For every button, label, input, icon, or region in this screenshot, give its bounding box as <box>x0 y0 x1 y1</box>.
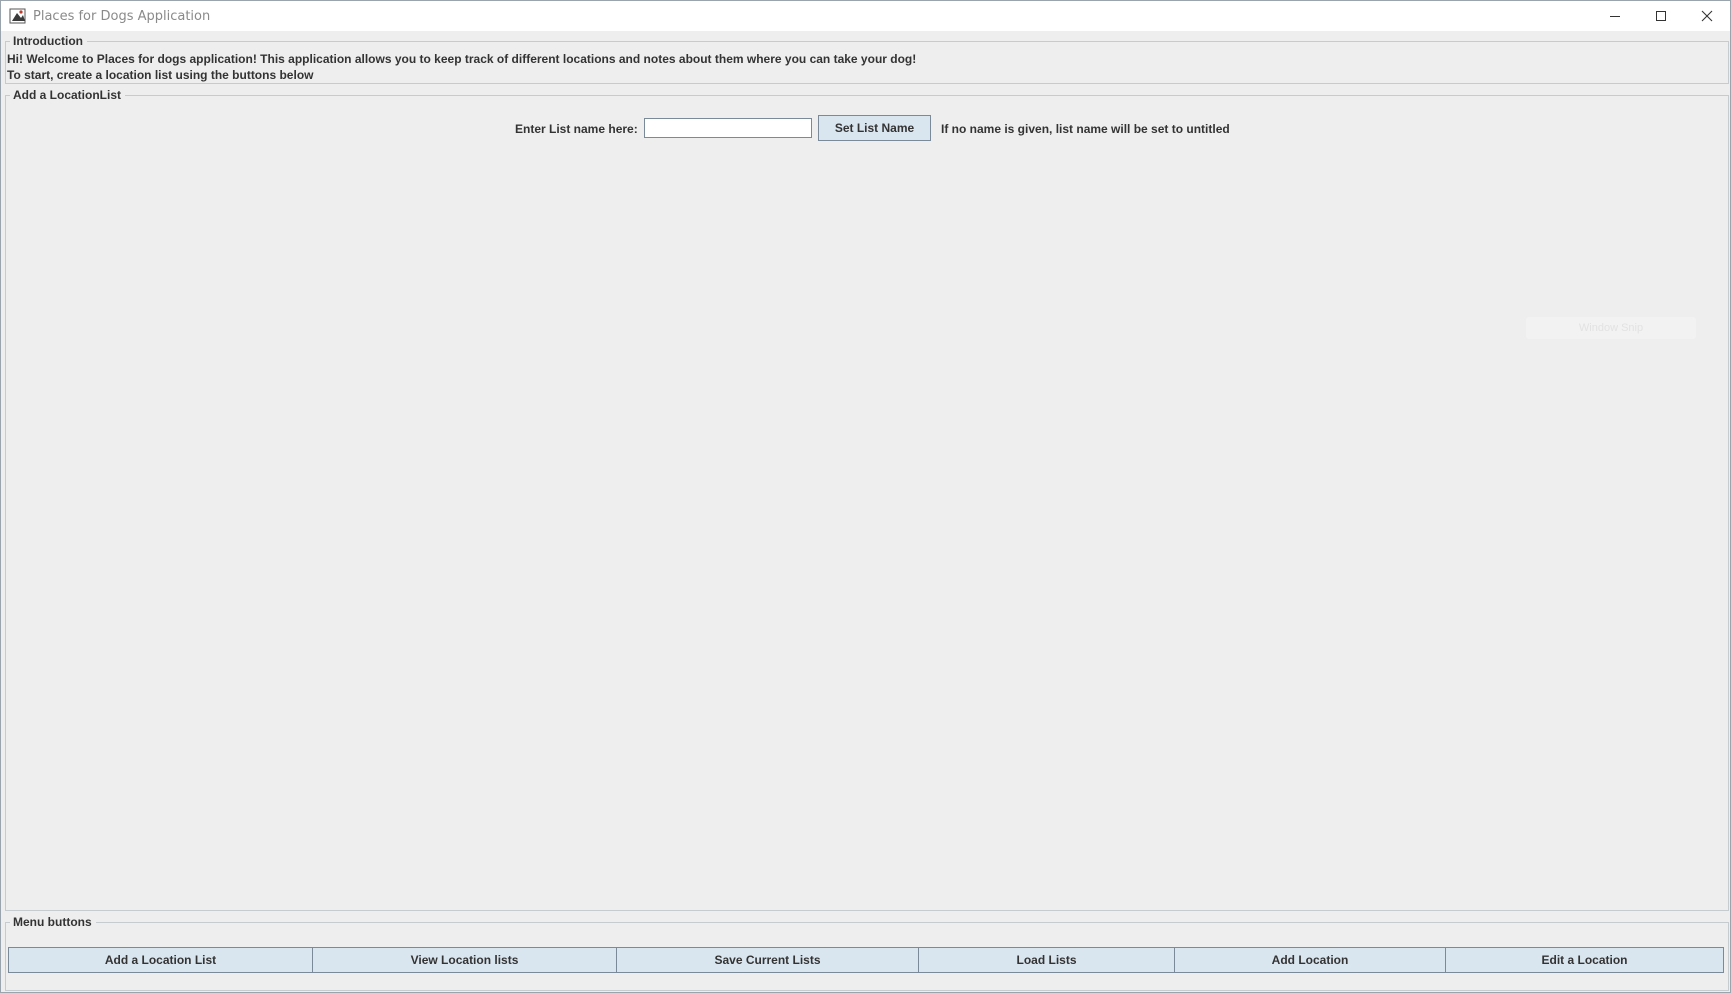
load-lists-button[interactable]: Load Lists <box>918 947 1175 973</box>
list-name-hint: If no name is given, list name will be s… <box>941 122 1230 136</box>
view-location-lists-button[interactable]: View Location lists <box>312 947 617 973</box>
menu-buttons-panel: Menu buttons Add a Location List View Lo… <box>5 915 1729 991</box>
introduction-panel: Introduction Hi! Welcome to Places for d… <box>5 34 1729 84</box>
add-location-list-button[interactable]: Add a Location List <box>8 947 313 973</box>
add-location-list-panel: Add a LocationList Enter List name here:… <box>5 88 1729 911</box>
add-location-list-title: Add a LocationList <box>10 88 125 102</box>
save-current-lists-button[interactable]: Save Current Lists <box>616 947 919 973</box>
edit-location-button[interactable]: Edit a Location <box>1445 947 1724 973</box>
window-title: Places for Dogs Application <box>33 8 211 24</box>
title-bar[interactable]: Places for Dogs Application <box>1 1 1730 31</box>
menu-button-row: Add a Location List View Location lists … <box>8 947 1724 973</box>
window-snip-overlay: Window Snip <box>1526 317 1696 339</box>
close-icon[interactable] <box>1684 1 1730 31</box>
list-name-input[interactable] <box>644 118 812 138</box>
intro-welcome-text: Hi! Welcome to Places for dogs applicati… <box>7 52 917 66</box>
intro-instruction-text: To start, create a location list using t… <box>7 68 314 82</box>
menu-buttons-title: Menu buttons <box>10 915 96 929</box>
set-list-name-button[interactable]: Set List Name <box>818 115 931 141</box>
introduction-title: Introduction <box>10 34 87 48</box>
add-location-button[interactable]: Add Location <box>1174 947 1446 973</box>
app-window: Places for Dogs Application Introduction… <box>0 0 1731 993</box>
minimize-icon[interactable] <box>1592 1 1638 31</box>
java-app-icon <box>9 7 27 25</box>
window-controls <box>1592 1 1730 31</box>
list-name-label: Enter List name here: <box>515 122 638 136</box>
maximize-icon[interactable] <box>1638 1 1684 31</box>
